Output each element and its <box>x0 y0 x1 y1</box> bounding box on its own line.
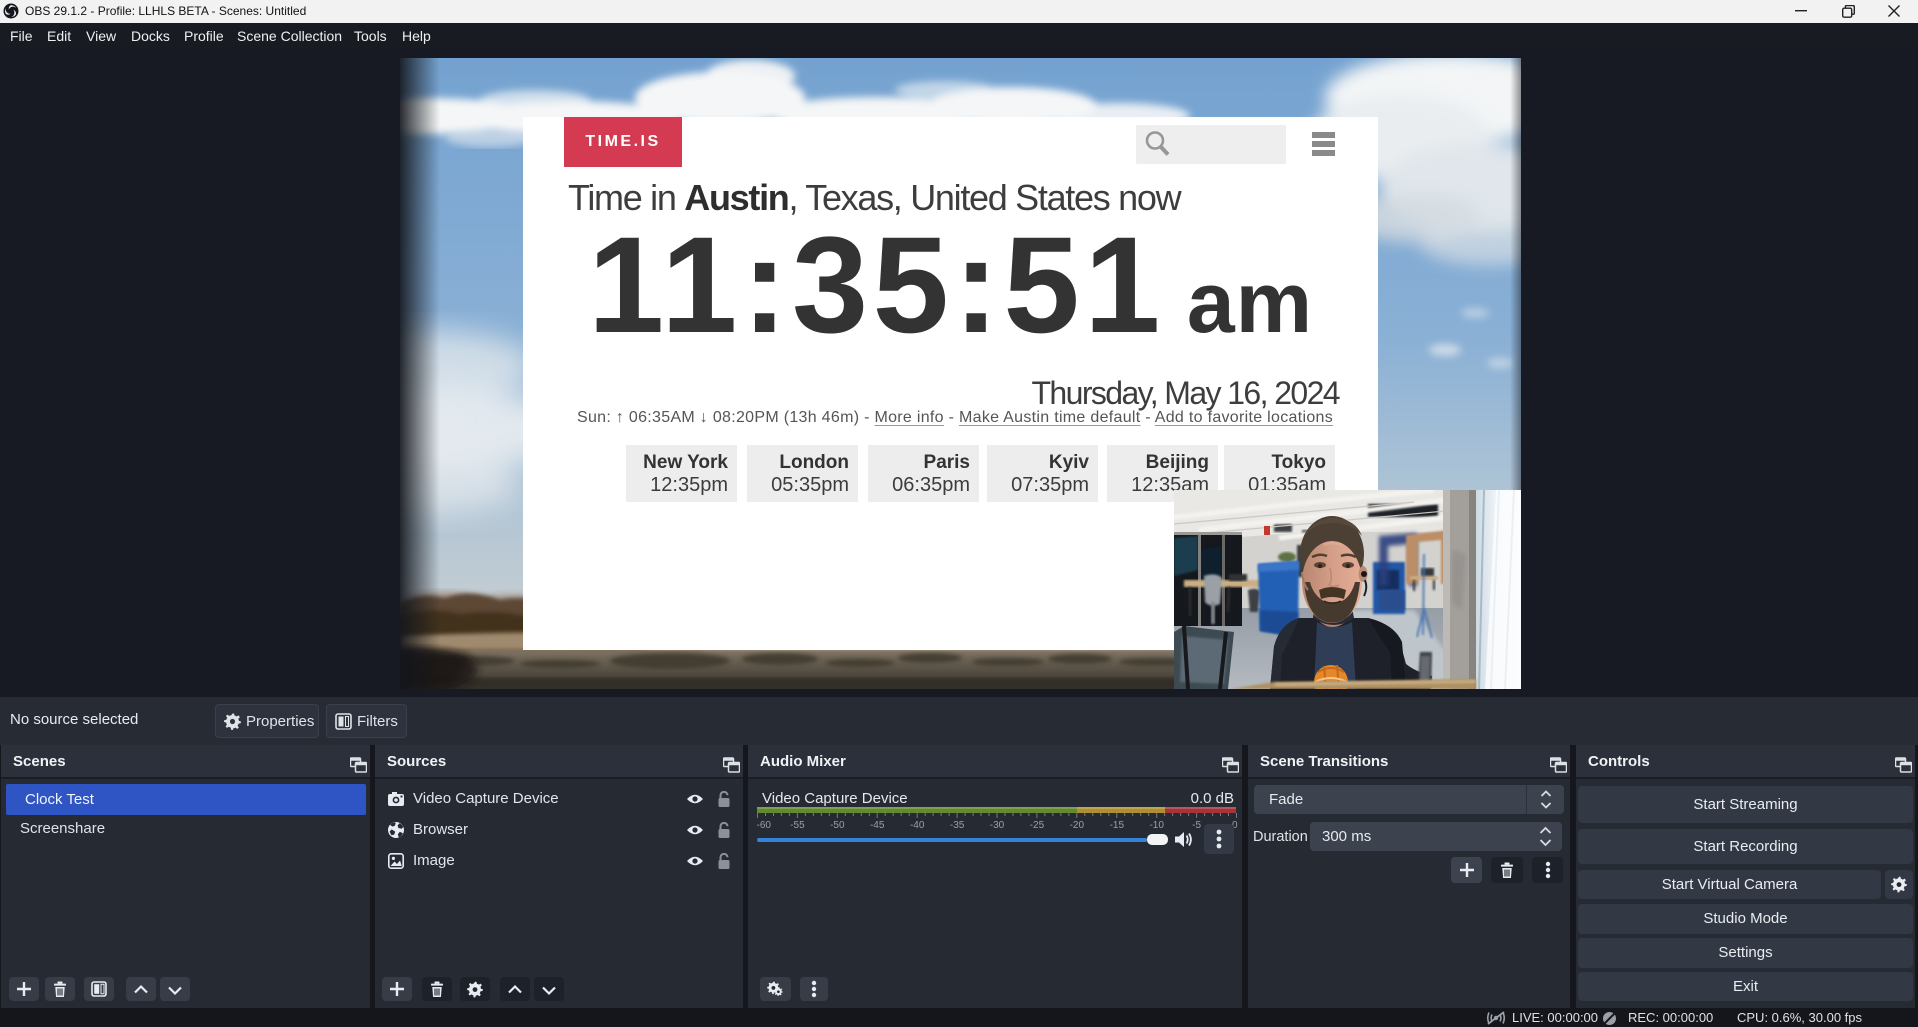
svg-text:-40: -40 <box>910 820 925 831</box>
svg-text:-60: -60 <box>757 820 771 831</box>
svg-text:-30: -30 <box>990 820 1005 831</box>
svg-text:-50: -50 <box>830 820 845 831</box>
svg-text:-5: -5 <box>1192 820 1201 831</box>
svg-text:-55: -55 <box>790 820 805 831</box>
svg-text:-35: -35 <box>950 820 965 831</box>
svg-text:-10: -10 <box>1149 820 1164 831</box>
svg-text:-20: -20 <box>1070 820 1085 831</box>
svg-text:-45: -45 <box>870 820 885 831</box>
svg-text:-25: -25 <box>1030 820 1045 831</box>
svg-text:-15: -15 <box>1110 820 1125 831</box>
